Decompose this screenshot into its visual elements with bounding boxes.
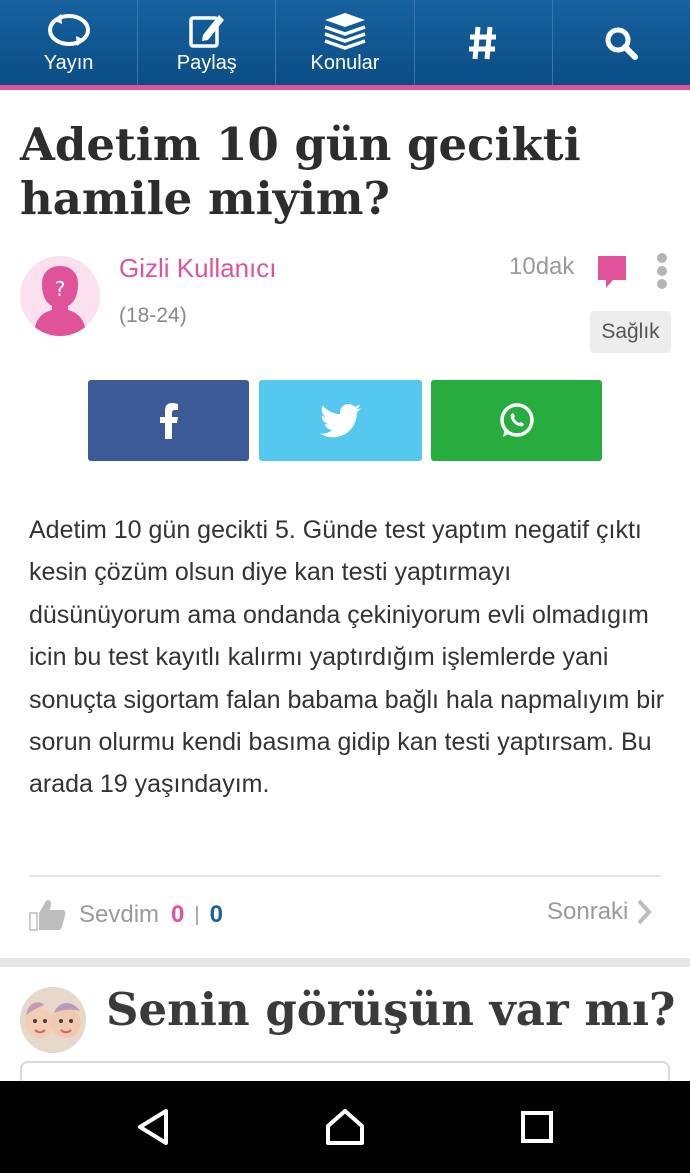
category-badge[interactable]: Sağlık (590, 311, 671, 353)
back-triangle-icon (138, 1109, 168, 1145)
like-button[interactable]: Sevdim (79, 901, 159, 929)
count-separator: | (194, 903, 200, 926)
search-icon (605, 27, 639, 60)
anonymous-avatar-icon[interactable]: ? (20, 256, 100, 336)
author-name[interactable]: Gizli Kullanıcı (119, 253, 277, 284)
accent-divider (0, 85, 690, 90)
stack-books-icon (324, 13, 366, 50)
next-label: Sonraki (547, 898, 629, 925)
home-icon (326, 1109, 364, 1145)
author-age-range: (18-24) (119, 304, 187, 327)
edit-pencil-icon (189, 15, 224, 48)
reaction-row: Sevdim 0 | 0 (29, 893, 223, 937)
more-options-icon[interactable] (655, 253, 669, 293)
comment-prompt-heading: Senin görüşün var mı? (106, 983, 676, 1036)
nav-paylas-label: Paylaş (176, 52, 237, 74)
chevron-right-icon (637, 899, 653, 925)
twitter-icon (319, 403, 361, 437)
post-title: Adetim 10 gün gecikti hamile miyim? (20, 118, 581, 225)
android-navigation-bar (0, 1081, 690, 1173)
like-count: 0 (171, 901, 185, 928)
nav-yayin[interactable]: Yayın (0, 0, 139, 85)
secondary-count: 0 (209, 901, 223, 928)
thumbs-up-icon[interactable] (29, 898, 67, 932)
hashtag-icon (469, 26, 497, 59)
content-divider (29, 875, 661, 877)
share-facebook-button[interactable] (88, 380, 249, 461)
nav-search[interactable] (553, 0, 690, 85)
back-button[interactable] (118, 1081, 188, 1173)
refresh-loop-icon (47, 14, 90, 46)
section-separator (0, 958, 690, 967)
nav-konular[interactable]: Konular (276, 0, 415, 85)
nav-paylas[interactable]: Paylaş (138, 0, 277, 85)
recents-button[interactable] (502, 1081, 572, 1173)
whatsapp-icon (499, 402, 534, 437)
post-time: 10dak (509, 253, 575, 280)
top-navigation: Yayın Paylaş Konular (0, 0, 690, 85)
share-twitter-button[interactable] (259, 380, 422, 461)
post-body: Adetim 10 gün gecikti 5. Günde test yapt… (29, 516, 665, 799)
user-avatar (20, 987, 86, 1053)
recents-square-icon (521, 1111, 553, 1143)
nav-hashtag[interactable] (415, 0, 553, 85)
facebook-icon (159, 402, 178, 439)
nav-yayin-label: Yayın (43, 52, 94, 74)
comment-icon[interactable] (597, 255, 627, 289)
share-whatsapp-button[interactable] (431, 380, 602, 461)
home-button[interactable] (310, 1081, 380, 1173)
nav-konular-label: Konular (310, 52, 380, 74)
svg-text:?: ? (55, 277, 66, 301)
next-post-button[interactable]: Sonraki (547, 898, 653, 926)
